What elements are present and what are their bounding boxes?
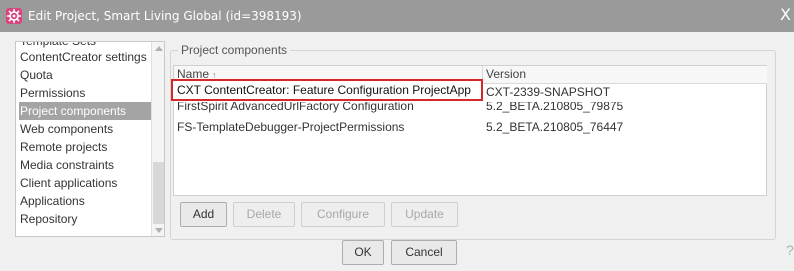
cell-name: FS-TemplateDebugger-ProjectPermissions bbox=[177, 120, 405, 134]
sidebar-item-web-components[interactable]: Web components bbox=[19, 120, 153, 138]
sidebar-item-permissions[interactable]: Permissions bbox=[19, 84, 153, 102]
sidebar-item-quota[interactable]: Quota bbox=[19, 66, 153, 84]
cell-version: CXT-2339-SNAPSHOT bbox=[486, 85, 611, 99]
help-icon[interactable]: ? bbox=[786, 242, 794, 258]
title-bar: Edit Project, Smart Living Global (id=39… bbox=[0, 0, 794, 32]
sidebar-item-project-components[interactable]: Project components bbox=[19, 102, 153, 120]
scrollbar-thumb[interactable] bbox=[153, 162, 164, 224]
highlighted-row-name: CXT ContentCreator: Feature Configuratio… bbox=[177, 83, 471, 97]
scroll-up-icon[interactable] bbox=[155, 46, 163, 51]
cell-version: 5.2_BETA.210805_76447 bbox=[486, 120, 624, 134]
sidebar-item-contentcreator-settings[interactable]: ContentCreator settings bbox=[19, 48, 153, 66]
ok-button[interactable]: OK bbox=[342, 240, 384, 265]
sidebar-item-media-constraints[interactable]: Media constraints bbox=[19, 156, 153, 174]
delete-button[interactable]: Delete bbox=[233, 202, 295, 227]
sidebar-scrollbar[interactable] bbox=[151, 42, 164, 236]
column-header-version[interactable]: Version bbox=[483, 66, 767, 84]
add-button[interactable]: Add bbox=[180, 202, 227, 227]
close-button[interactable]: X bbox=[780, 5, 791, 24]
gear-icon bbox=[6, 8, 22, 24]
cell-version: 5.2_BETA.210805_79875 bbox=[486, 102, 624, 113]
settings-sidebar: Template Sets ContentCreator settings Qu… bbox=[15, 41, 165, 237]
cancel-button[interactable]: Cancel bbox=[391, 240, 457, 265]
window-title: Edit Project, Smart Living Global (id=39… bbox=[28, 9, 302, 23]
scroll-down-icon[interactable] bbox=[155, 228, 163, 233]
sidebar-item-repository[interactable]: Repository bbox=[19, 210, 153, 228]
sidebar-item-remote-projects[interactable]: Remote projects bbox=[19, 138, 153, 156]
edit-project-dialog: Template Sets ContentCreator settings Qu… bbox=[0, 32, 794, 271]
group-legend: Project components bbox=[178, 43, 291, 57]
sidebar-item-client-applications[interactable]: Client applications bbox=[19, 174, 153, 192]
configure-button[interactable]: Configure bbox=[301, 202, 385, 227]
sidebar-item-applications[interactable]: Applications bbox=[19, 192, 153, 210]
cell-name: FirstSpirit AdvancedUrlFactory Configura… bbox=[177, 102, 414, 113]
update-button[interactable]: Update bbox=[391, 202, 458, 227]
